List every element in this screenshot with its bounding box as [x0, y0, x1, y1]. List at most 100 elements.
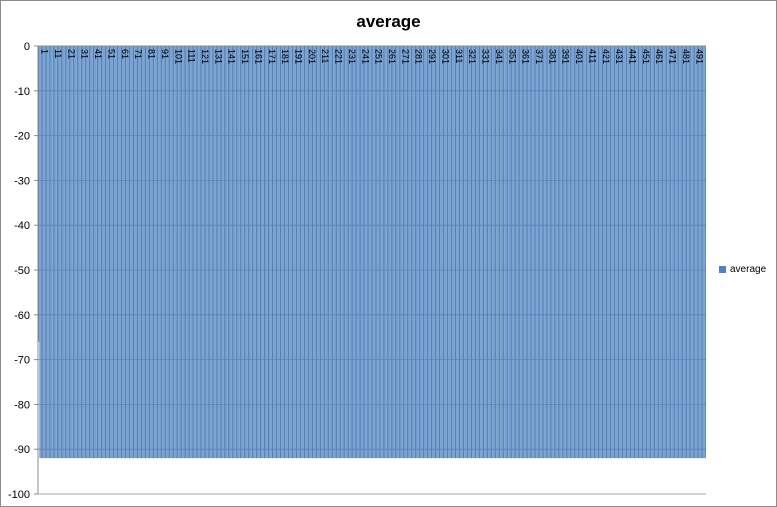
bar: [55, 46, 57, 459]
bar: [63, 46, 65, 459]
bar: [207, 46, 209, 459]
bar: [527, 46, 529, 459]
bar: [266, 46, 268, 459]
bar: [524, 46, 526, 459]
bar: [42, 46, 44, 459]
bar: [205, 46, 207, 459]
bar: [198, 46, 200, 459]
x-tick-label: 361: [521, 49, 531, 64]
bar: [122, 46, 124, 459]
bar: [520, 46, 522, 459]
bar: [297, 46, 299, 459]
bar: [448, 46, 450, 459]
gridlines: [38, 90, 706, 495]
bar: [82, 46, 84, 459]
bar: [663, 46, 665, 459]
bar: [377, 46, 379, 459]
bar: [267, 46, 269, 459]
bar: [291, 46, 294, 459]
bar: [409, 46, 411, 459]
bar: [654, 46, 656, 459]
bar: [457, 46, 459, 459]
bar: [106, 46, 108, 459]
bar: [489, 46, 491, 459]
bar: [446, 46, 449, 459]
y-tick-label: -80: [14, 399, 30, 411]
bar: [158, 46, 160, 459]
bar: [257, 46, 259, 459]
bar: [47, 46, 49, 459]
bar: [342, 46, 344, 459]
bar: [597, 46, 599, 459]
bar: [666, 46, 668, 459]
bar: [325, 46, 327, 459]
bar: [690, 46, 692, 459]
bar: [628, 46, 630, 459]
bar: [552, 46, 554, 459]
bar: [246, 46, 248, 459]
bar: [174, 46, 176, 459]
bar: [442, 46, 445, 459]
y-tick-label: -20: [14, 131, 30, 143]
x-tick-label: 61: [120, 49, 130, 59]
bar: [203, 46, 205, 459]
bar: [234, 46, 236, 459]
x-tick-label: 21: [66, 49, 76, 59]
bar: [142, 46, 144, 459]
bar: [629, 46, 632, 459]
bar: [611, 46, 613, 459]
bar: [217, 46, 219, 459]
bar: [587, 46, 589, 459]
bar: [501, 46, 503, 459]
bar: [605, 46, 607, 459]
bar: [432, 46, 434, 459]
bar: [261, 46, 263, 459]
bar: [441, 46, 443, 459]
bar: [466, 46, 469, 459]
bar: [643, 46, 645, 459]
bar: [209, 46, 211, 459]
bar: [86, 46, 88, 459]
bar: [369, 46, 371, 459]
bar: [365, 46, 367, 459]
bar: [398, 46, 400, 459]
bar: [43, 46, 45, 459]
y-tick-label: -100: [8, 489, 30, 501]
bar: [265, 46, 267, 459]
bar: [651, 46, 653, 459]
bar: [52, 46, 54, 459]
x-tick-label: 431: [614, 49, 624, 64]
bar: [493, 46, 495, 459]
bar: [56, 46, 58, 459]
bar: [581, 46, 583, 459]
x-tick-label: 31: [80, 49, 90, 59]
bar: [247, 46, 249, 459]
legend-label-average: average: [730, 264, 767, 275]
bar: [525, 46, 527, 459]
x-tick-label: 201: [307, 49, 317, 64]
bar: [688, 46, 690, 459]
bar: [358, 46, 360, 459]
bar: [254, 46, 256, 459]
bar: [414, 46, 416, 459]
bar: [336, 46, 338, 459]
bar: [428, 46, 430, 459]
bar: [301, 46, 303, 459]
bar: [182, 46, 184, 459]
bar: [107, 46, 109, 459]
bar: [214, 46, 216, 459]
bar: [557, 46, 559, 459]
bar: [50, 46, 52, 459]
bar: [170, 46, 172, 459]
bar: [543, 46, 545, 459]
bar: [523, 46, 525, 459]
bar-series-average: [38, 46, 706, 459]
bar: [642, 46, 644, 459]
bar: [541, 46, 543, 459]
bar: [394, 46, 396, 459]
bar: [356, 46, 358, 459]
bar: [670, 46, 672, 459]
bar: [699, 46, 701, 459]
bar: [450, 46, 453, 459]
bar: [508, 46, 510, 459]
